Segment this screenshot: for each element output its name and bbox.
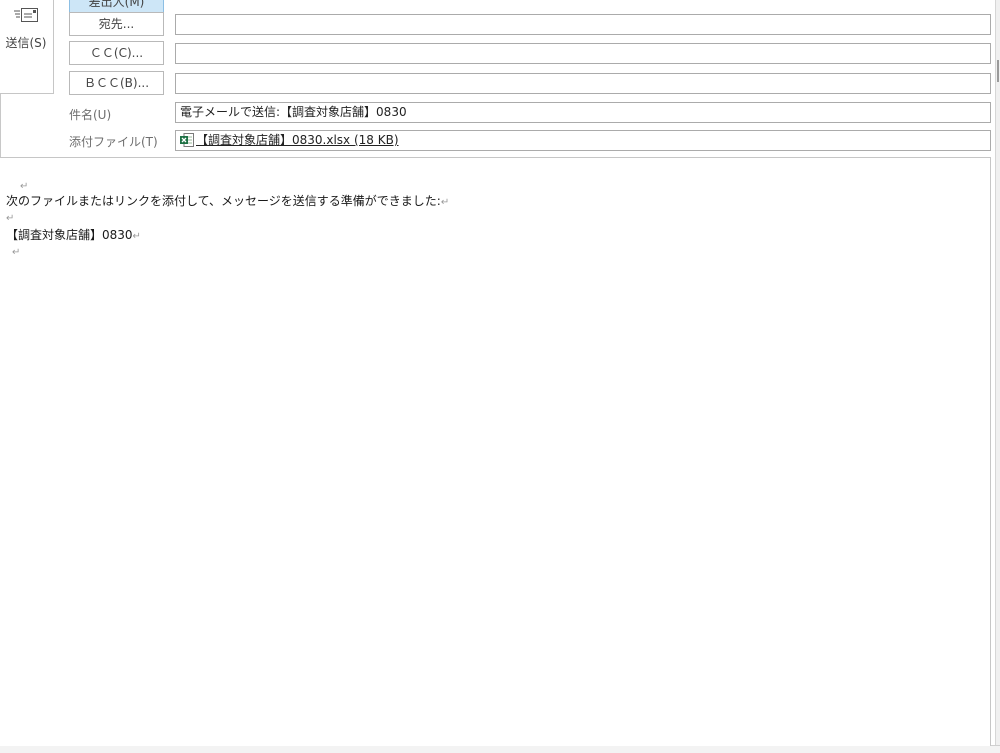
send-label: 送信(S) [5, 36, 47, 50]
message-body[interactable]: ↵ 次のファイルまたはリンクを添付して、メッセージを送信する準備ができました:↵… [0, 157, 991, 746]
return-mark: ↵ [12, 247, 21, 258]
to-button[interactable]: 宛先... [69, 12, 164, 36]
to-field[interactable] [175, 14, 991, 35]
attachment-field[interactable]: 【調査対象店舗】0830.xlsx (18 KB) [175, 130, 991, 151]
cc-field[interactable] [175, 43, 991, 64]
excel-file-icon [180, 132, 194, 147]
mail-compose-window: 送信(S) 差出人(M) 宛先... ＣＣ(C)... ＢＣＣ(B)... 件名… [0, 0, 1000, 753]
subject-field[interactable]: 電子メールで送信:【調査対象店舗】0830 [175, 102, 991, 123]
subject-label: 件名(U) [69, 108, 112, 122]
cc-button[interactable]: ＣＣ(C)... [69, 41, 164, 65]
return-mark: ↵ [20, 181, 29, 192]
bcc-button[interactable]: ＢＣＣ(B)... [69, 71, 164, 95]
attachment-link[interactable]: 【調査対象店舗】0830.xlsx (18 KB) [196, 133, 399, 147]
bcc-field[interactable] [175, 73, 991, 94]
body-line-2: 【調査対象店舗】0830↵ [6, 228, 141, 242]
body-line-1: 次のファイルまたはリンクを添付して、メッセージを送信する準備ができました:↵ [6, 194, 450, 208]
send-button[interactable]: 送信(S) [0, 0, 54, 94]
window-bottom-edge [0, 745, 1000, 753]
attachment-label: 添付ファイル(T) [69, 135, 158, 149]
return-mark: ↵ [6, 213, 15, 224]
send-envelope-icon [14, 8, 38, 22]
resize-grip[interactable] [997, 60, 999, 82]
window-right-edge [995, 0, 1000, 753]
